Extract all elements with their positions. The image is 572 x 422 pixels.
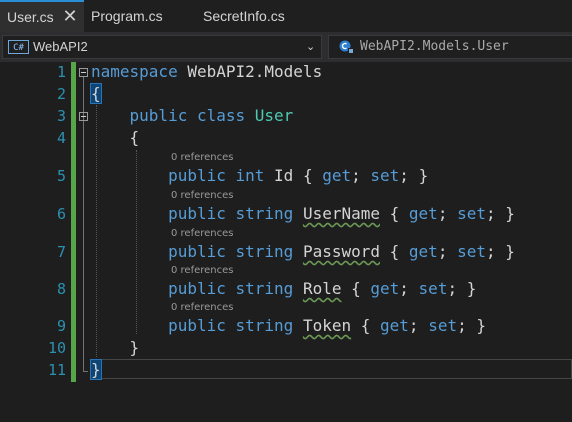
- code-line: }: [90, 359, 102, 380]
- collapse-icon[interactable]: [79, 68, 88, 77]
- code-line: }: [129, 338, 140, 357]
- line-number: 3: [56, 107, 66, 125]
- code-line: {: [90, 83, 102, 104]
- fold-line: [83, 77, 84, 371]
- close-icon[interactable]: ✕: [62, 2, 78, 32]
- member-dropdown[interactable]: WebAPI2.Models.User: [328, 35, 572, 59]
- line-number: 5: [56, 167, 66, 185]
- csharp-project-icon: C#: [8, 40, 29, 54]
- codelens-references[interactable]: 0 references: [171, 265, 234, 276]
- codelens-references[interactable]: 0 references: [171, 190, 234, 201]
- code-line: public string Token { get; set; }: [168, 316, 486, 335]
- chevron-down-icon[interactable]: ⌄: [306, 36, 315, 58]
- line-number: 6: [56, 205, 66, 223]
- line-number: 4: [56, 129, 66, 147]
- line-number: 8: [56, 280, 66, 298]
- line-number: 9: [56, 317, 66, 335]
- tab-program-cs[interactable]: Program.cs: [91, 0, 163, 32]
- navigation-bar: C# WebAPI2 ⌄ WebAPI2.Models.User: [0, 32, 572, 62]
- tab-label: SecretInfo.cs: [203, 8, 285, 24]
- code-line: namespace WebAPI2.Models: [91, 62, 323, 81]
- code-line: public string Password { get; set; }: [168, 242, 515, 261]
- code-line: public string UserName { get; set; }: [168, 204, 515, 223]
- codelens-references[interactable]: 0 references: [171, 152, 234, 163]
- codelens-references[interactable]: 0 references: [171, 228, 234, 239]
- line-number: 1: [56, 63, 66, 81]
- line-number: 7: [56, 243, 66, 261]
- collapse-icon[interactable]: [79, 112, 88, 121]
- code-line: public class User: [129, 106, 294, 125]
- change-tracking-bar: [71, 62, 76, 382]
- code-line: public string Role { get; set; }: [168, 279, 477, 298]
- line-number: 2: [56, 85, 66, 103]
- tab-label: Program.cs: [91, 8, 163, 24]
- tab-secretinfo-cs[interactable]: SecretInfo.cs: [203, 0, 285, 32]
- line-number: 11: [47, 361, 66, 379]
- tab-label: User.cs: [7, 9, 54, 25]
- codelens-references[interactable]: 0 references: [171, 302, 234, 313]
- tab-bar: User.cs ✕ Program.cs SecretInfo.cs: [0, 0, 572, 32]
- fold-line-end: [83, 371, 88, 372]
- code-line: public int Id { get; set; }: [168, 166, 429, 185]
- class-icon: [339, 39, 355, 55]
- member-name: WebAPI2.Models.User: [360, 39, 509, 54]
- code-editor[interactable]: 1 2 3 4 5 6 7 8 9 10 11 namespace WebAPI…: [0, 62, 572, 422]
- line-number: 10: [47, 339, 66, 357]
- current-line-highlight: [90, 359, 572, 379]
- project-dropdown[interactable]: C# WebAPI2 ⌄: [2, 35, 322, 59]
- project-name: WebAPI2: [33, 39, 88, 54]
- code-line: {: [129, 128, 140, 147]
- tab-user-cs[interactable]: User.cs ✕: [0, 0, 84, 32]
